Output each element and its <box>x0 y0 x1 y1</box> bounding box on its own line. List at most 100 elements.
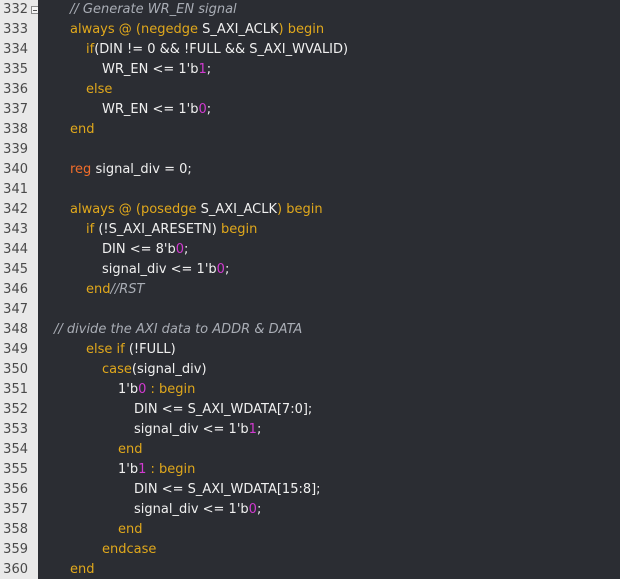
code-line[interactable]: DIN <= S_AXI_WDATA[7:0]; <box>38 400 620 420</box>
code-token: ; <box>206 62 212 77</box>
line-number: 352 <box>3 402 28 417</box>
code-token: WR_EN <= 1'b <box>102 102 199 117</box>
code-line[interactable]: // Generate WR_EN signal <box>38 0 620 20</box>
code-line[interactable]: always @ (posedge S_AXI_ACLK) begin <box>38 200 620 220</box>
code-line[interactable]: DIN <= S_AXI_WDATA[15:8]; <box>38 480 620 500</box>
code-token: signal_div <= 1'b <box>134 502 249 517</box>
code-line[interactable]: // divide the AXI data to ADDR & DATA <box>38 320 620 340</box>
code-token: 1 <box>198 62 207 77</box>
code-token: 0 <box>216 262 225 277</box>
line-number: 340 <box>3 162 28 177</box>
code-area[interactable]: // Generate WR_EN signal always @ (negedg… <box>38 0 620 579</box>
code-token: (!FULL) <box>128 342 176 357</box>
code-line[interactable]: DIN <= 8'b0; <box>38 240 620 260</box>
line-number: 338 <box>3 122 28 137</box>
code-line[interactable]: WR_EN <= 1'b0; <box>38 100 620 120</box>
line-number: 337 <box>3 102 28 117</box>
code-line[interactable]: if (!S_AXI_ARESETN) begin <box>38 220 620 240</box>
line-number: 355 <box>3 462 28 477</box>
code-token: end <box>70 122 95 137</box>
code-token: ) begin <box>278 22 325 37</box>
code-token: (signal_div) <box>131 362 207 377</box>
code-line[interactable]: end <box>38 560 620 579</box>
line-number: 336 <box>3 82 28 97</box>
code-token: ; <box>224 262 230 277</box>
code-token: signal_div <= 1'b <box>134 422 249 437</box>
line-number: 342 <box>3 202 28 217</box>
line-number: 356 <box>3 482 28 497</box>
line-number: 347 <box>3 302 28 317</box>
code-line[interactable]: 1'b1 : begin <box>38 460 620 480</box>
code-line[interactable] <box>38 300 620 320</box>
line-number: 334 <box>3 42 28 57</box>
line-number: 345 <box>3 262 28 277</box>
code-token: end <box>86 282 111 297</box>
code-token: : begin <box>146 382 196 397</box>
code-line[interactable]: end <box>38 440 620 460</box>
code-line[interactable] <box>38 180 620 200</box>
code-token: signal_div <= 1'b <box>102 262 217 277</box>
code-token: (DIN != 0 && !FULL && S_AXI_WVALID) <box>94 42 349 57</box>
code-token: 0 <box>198 102 207 117</box>
line-number: 350 <box>3 362 28 377</box>
code-token: ; <box>206 102 212 117</box>
code-line[interactable]: end <box>38 120 620 140</box>
code-token: end <box>118 522 143 537</box>
line-number: 335 <box>3 62 28 77</box>
code-token: DIN <= S_AXI_WDATA[7:0]; <box>134 402 313 417</box>
code-token: reg <box>70 162 92 177</box>
code-line[interactable]: signal_div <= 1'b1; <box>38 420 620 440</box>
code-token: end <box>118 442 143 457</box>
line-number: 360 <box>3 562 28 577</box>
code-line[interactable]: signal_div <= 1'b0; <box>38 260 620 280</box>
line-number: 358 <box>3 522 28 537</box>
line-number: 357 <box>3 502 28 517</box>
code-token: 1'b <box>118 382 139 397</box>
code-token: // divide the AXI data to ADDR & DATA <box>54 322 303 337</box>
code-token: 0 <box>175 242 184 257</box>
code-line[interactable] <box>38 140 620 160</box>
code-line[interactable]: WR_EN <= 1'b1; <box>38 60 620 80</box>
code-token: ) begin <box>277 202 323 217</box>
code-line[interactable]: else <box>38 80 620 100</box>
code-token: DIN <= 8'b <box>102 242 176 257</box>
code-line[interactable]: else if (!FULL) <box>38 340 620 360</box>
code-token: always @ (negedge <box>70 22 203 37</box>
line-number: 343 <box>3 222 28 237</box>
code-line[interactable]: signal_div <= 1'b0; <box>38 500 620 520</box>
code-token: else if <box>86 342 129 357</box>
code-line[interactable]: reg signal_div = 0; <box>38 160 620 180</box>
line-number: 341 <box>3 182 28 197</box>
code-token: DIN <= S_AXI_WDATA[15:8]; <box>134 482 321 497</box>
code-token: S_AXI_ACLK <box>200 202 277 217</box>
code-line[interactable]: endcase <box>38 540 620 560</box>
code-token: ; <box>256 502 262 517</box>
code-token: 1'b <box>118 462 139 477</box>
code-token: begin <box>216 222 258 237</box>
code-token: signal_div = 0; <box>91 162 192 177</box>
code-token: ; <box>256 422 262 437</box>
code-line[interactable]: 1'b0 : begin <box>38 380 620 400</box>
line-number: 332 <box>3 2 28 17</box>
code-token: always @ (posedge <box>70 202 201 217</box>
line-number: 346 <box>3 282 28 297</box>
line-number: 344 <box>3 242 28 257</box>
code-line[interactable]: end//RST <box>38 280 620 300</box>
line-number: 351 <box>3 382 28 397</box>
code-token: if <box>86 42 95 57</box>
code-line[interactable]: end <box>38 520 620 540</box>
line-number: 353 <box>3 422 28 437</box>
line-number: 333 <box>3 22 28 37</box>
code-token: ; <box>184 242 189 257</box>
code-line[interactable]: always @ (negedge S_AXI_ACLK) begin <box>38 20 620 40</box>
code-token: endcase <box>102 542 157 557</box>
line-number: 349 <box>3 342 28 357</box>
code-line[interactable]: if(DIN != 0 && !FULL && S_AXI_WVALID) <box>38 40 620 60</box>
code-editor[interactable]: 332 333 334 335 336 337 338 339 340 341 342 343 344 3… <box>0 0 620 579</box>
code-token: 0 <box>248 502 257 517</box>
code-token: else <box>86 82 113 97</box>
code-token: S_AXI_ACLK <box>202 22 279 37</box>
code-line[interactable]: case(signal_div) <box>38 360 620 380</box>
code-token: : begin <box>146 462 196 477</box>
code-token: // Generate WR_EN signal <box>70 2 237 17</box>
